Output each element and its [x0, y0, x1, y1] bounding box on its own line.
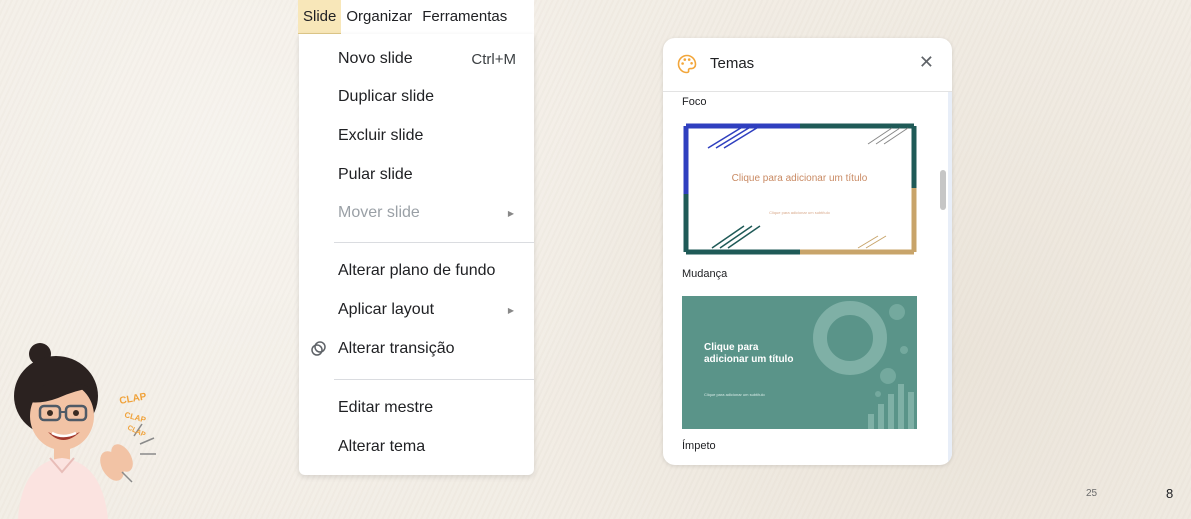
menu-divider	[334, 242, 534, 243]
scrollbar-thumb[interactable]	[940, 170, 946, 210]
palette-icon	[677, 54, 697, 74]
theme-thumbnail-mudanca[interactable]: Clique para adicionar um título Clique p…	[682, 296, 917, 429]
menu-item-label: Mover slide	[338, 204, 420, 221]
menu-item-label: Duplicar slide	[338, 88, 435, 105]
menu-item-change-theme[interactable]: Alterar tema	[299, 430, 534, 464]
menu-slide[interactable]: Slide	[298, 0, 342, 34]
menu-item-change-background[interactable]: Alterar plano de fundo	[299, 254, 534, 288]
menu-item-skip-slide[interactable]: Pular slide	[299, 158, 534, 192]
menu-ferramentas[interactable]: Ferramentas	[417, 0, 512, 34]
submenu-arrow-icon: ▶	[507, 208, 514, 218]
menu-item-label: Alterar plano de fundo	[338, 262, 496, 279]
menu-organizar[interactable]: Organizar	[341, 0, 417, 34]
menu-item-label: Aplicar layout	[338, 301, 435, 318]
menu-item-change-transition[interactable]: Alterar transição	[299, 332, 534, 366]
menu-item-new-slide[interactable]: Novo slide Ctrl+M	[299, 42, 534, 76]
page-number: 25	[1086, 488, 1098, 499]
slide-number: 8	[1166, 486, 1174, 501]
scrollbar-track[interactable]	[948, 92, 952, 465]
menu-item-duplicate-slide[interactable]: Duplicar slide	[299, 80, 534, 114]
clapping-avatar-sticker: CLAP CLAP CLAP	[14, 343, 156, 519]
header-divider	[663, 91, 952, 92]
mudanca-preview-subtitle: Clique para adicionar um subtítulo	[704, 392, 765, 397]
menu-bar: Slide Organizar Ferramentas	[298, 0, 534, 34]
svg-text:CLAP: CLAP	[126, 424, 147, 439]
themes-panel: Temas ✕ Foco Clique para adicionar um tí…	[663, 38, 952, 465]
menu-item-move-slide[interactable]: Mover slide ▶	[299, 196, 534, 230]
themes-header: Temas ✕	[663, 38, 952, 90]
menu-item-shortcut: Ctrl+M	[471, 50, 516, 68]
menu-item-label: Excluir slide	[338, 127, 424, 144]
theme-name-impeto: Ímpeto	[682, 440, 716, 452]
menu-item-label: Alterar transição	[338, 340, 455, 357]
svg-text:CLAP: CLAP	[123, 410, 147, 425]
transition-icon	[311, 341, 326, 356]
menu-item-label: Pular slide	[338, 166, 413, 183]
foco-preview-subtitle: Clique para adicionar um subtítulo	[769, 210, 830, 215]
menu-item-label: Alterar tema	[338, 438, 426, 455]
theme-name-foco: Foco	[682, 96, 707, 108]
menu-item-apply-layout[interactable]: Aplicar layout ▶	[299, 293, 534, 327]
close-icon[interactable]: ✕	[919, 52, 934, 73]
slide-menu-dropdown: Novo slide Ctrl+M Duplicar slide Excluir…	[299, 34, 534, 475]
submenu-arrow-icon: ▶	[507, 305, 514, 315]
theme-thumbnail-foco[interactable]: Clique para adicionar um título Clique p…	[682, 122, 917, 255]
themes-title: Temas	[710, 55, 755, 72]
menu-item-label: Novo slide	[338, 50, 413, 67]
foco-frame-graphic	[682, 122, 917, 255]
menu-item-edit-master[interactable]: Editar mestre	[299, 391, 534, 425]
mudanca-preview-title: Clique para adicionar um título	[704, 342, 794, 365]
svg-text:CLAP: CLAP	[119, 391, 148, 407]
menu-item-delete-slide[interactable]: Excluir slide	[299, 119, 534, 153]
menu-item-label: Editar mestre	[338, 399, 434, 416]
theme-name-mudanca: Mudança	[682, 268, 728, 280]
menu-divider	[334, 379, 534, 380]
foco-preview-title: Clique para adicionar um título	[731, 173, 868, 184]
